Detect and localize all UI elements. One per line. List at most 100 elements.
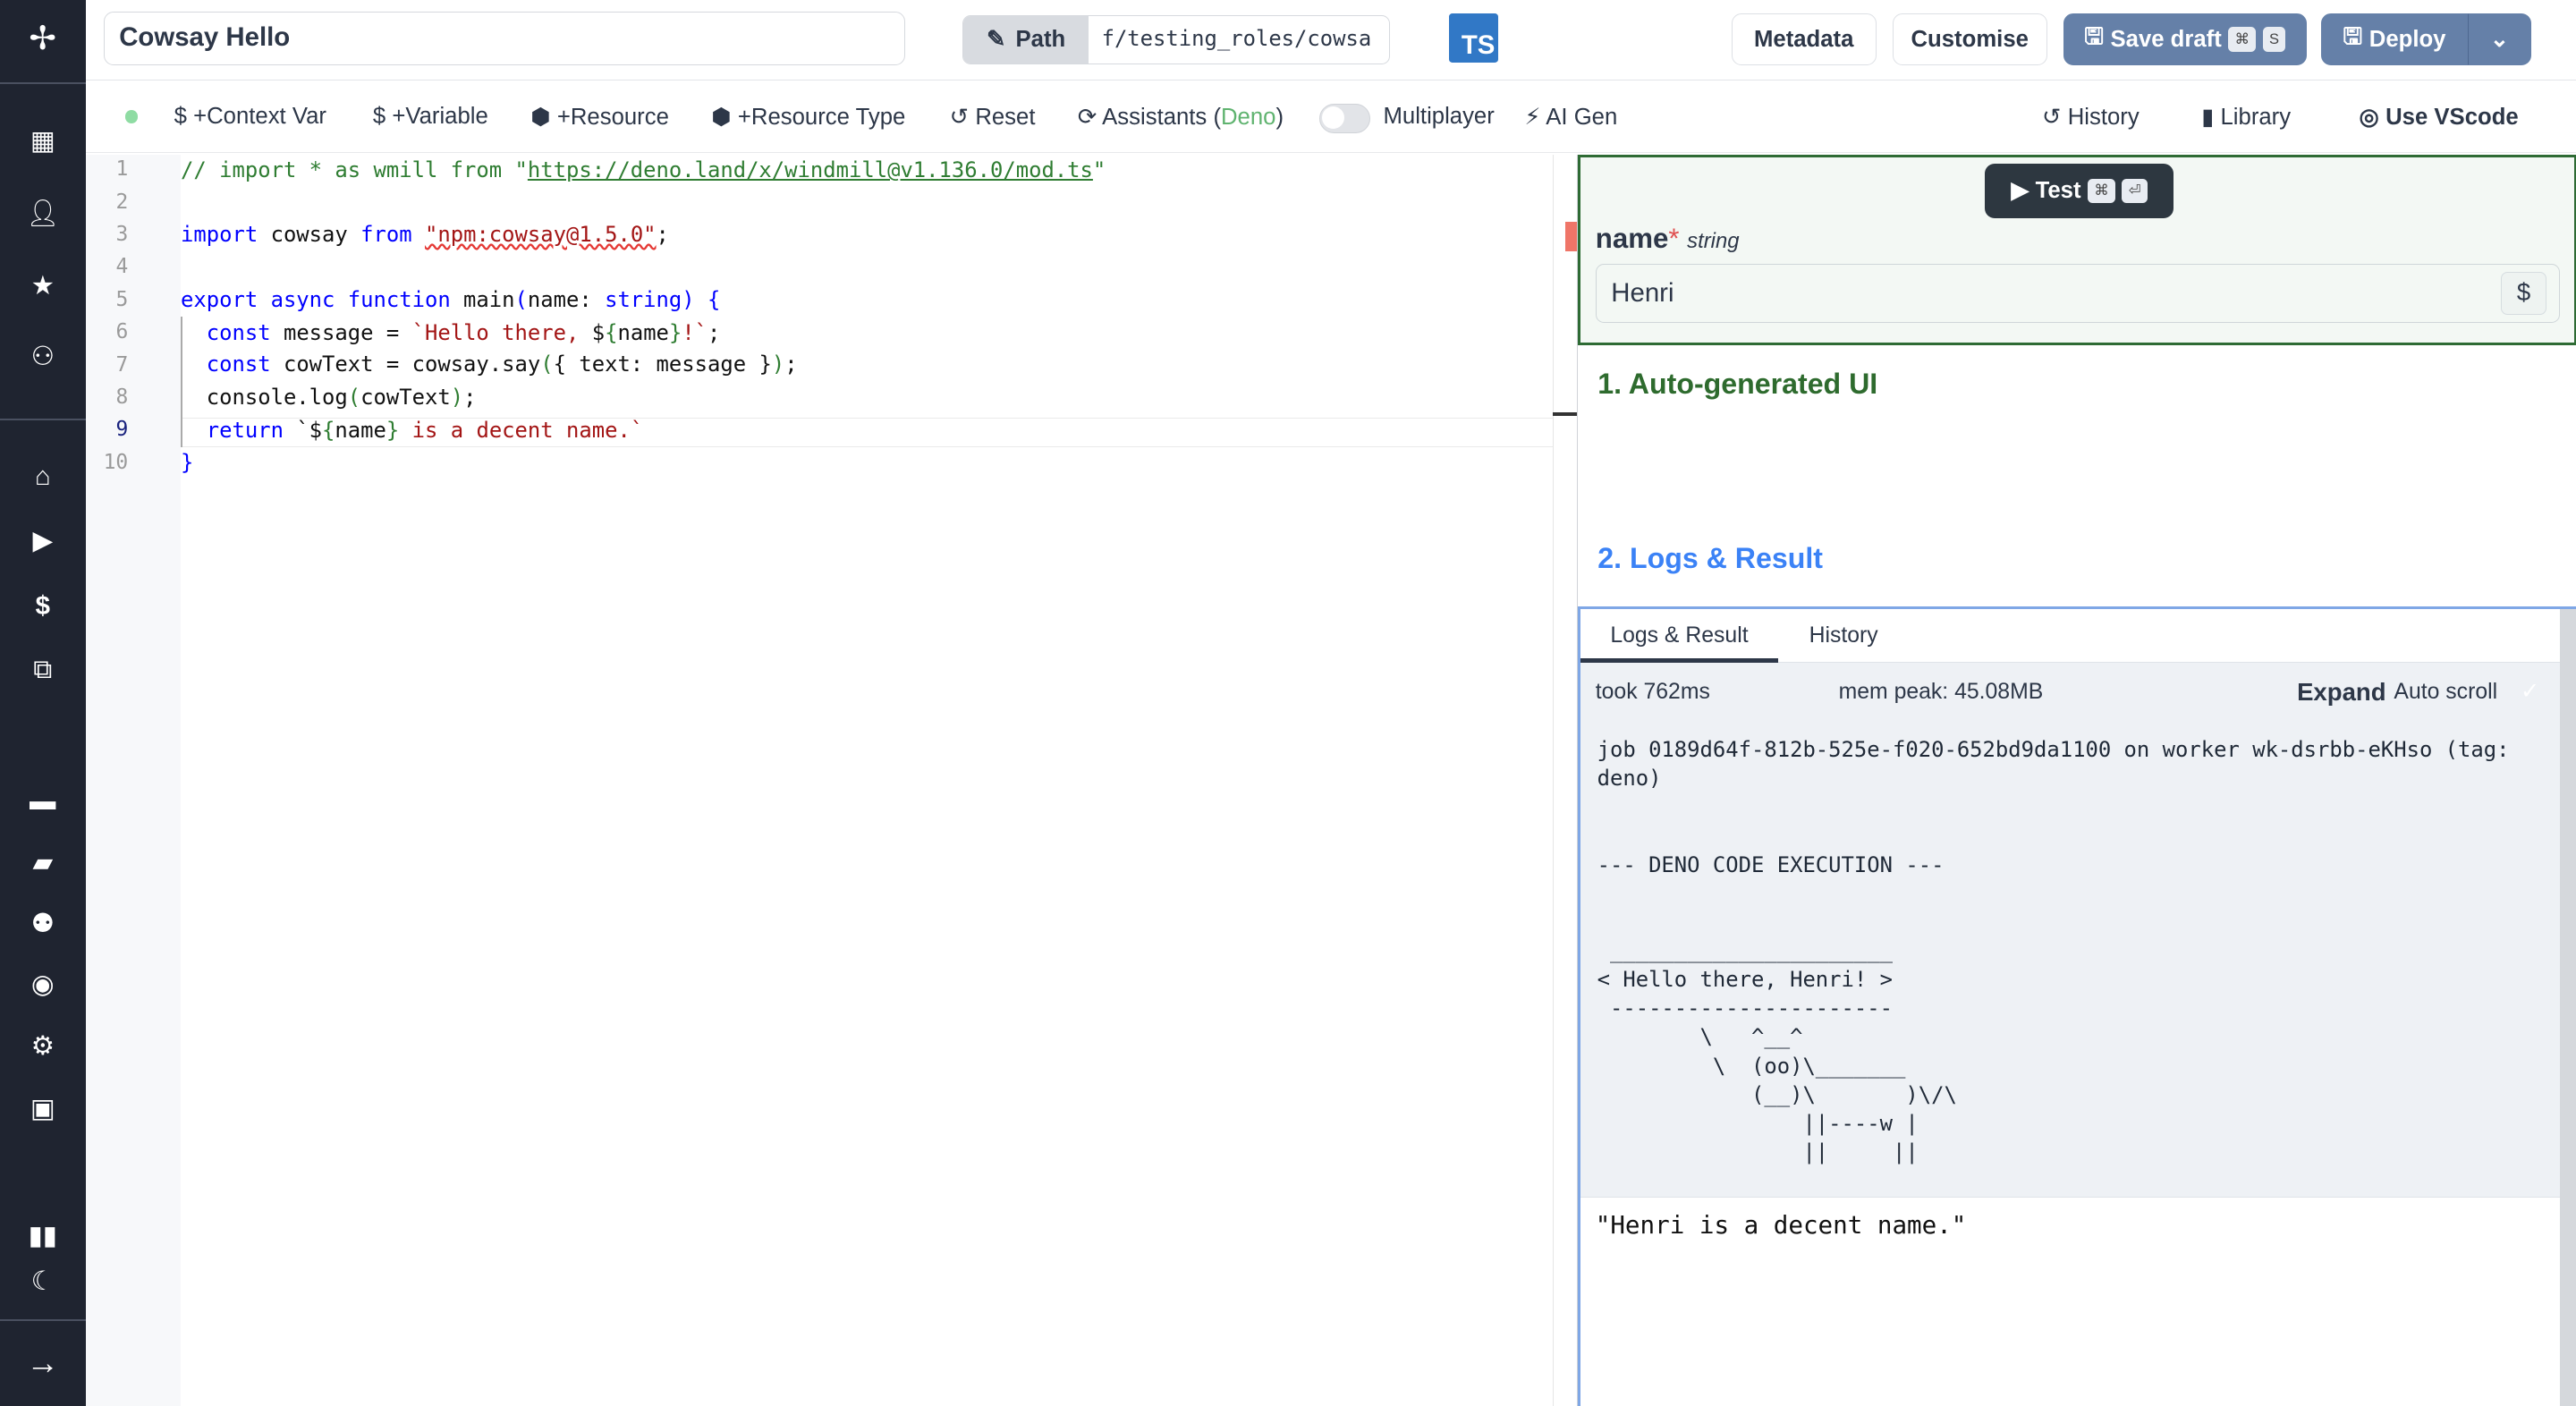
user-icon[interactable]: 👤︎ xyxy=(26,197,59,230)
label: +Resource xyxy=(556,104,669,130)
divider xyxy=(0,1318,86,1321)
path-label: ✎ Path xyxy=(963,15,1089,64)
history-icon: ↺ xyxy=(2042,104,2062,130)
path-field[interactable]: ✎ Path f/testing_roles/cowsa xyxy=(962,14,1390,64)
log-line: deno) xyxy=(1597,766,1662,792)
test-button[interactable]: ▶ Test ⌘ ⏎ xyxy=(1985,163,2174,218)
toggle-knob xyxy=(1321,106,1345,130)
auto-scroll-toggle[interactable]: Auto scroll xyxy=(2394,680,2497,705)
logs-panel: Logs & Result History took 762ms mem pea… xyxy=(1578,606,2576,1406)
test-label: Test xyxy=(2035,177,2081,203)
field-label: name* string xyxy=(1596,223,1740,255)
code-line[interactable]: return `${name} is a decent name.` xyxy=(181,418,643,443)
kbd: S xyxy=(2262,27,2286,52)
deploy-dropdown-chevron-icon[interactable]: ⌄ xyxy=(2467,13,2532,66)
logs-scrollbar[interactable] xyxy=(2559,608,2576,1406)
code-line[interactable]: import cowsay from "npm:cowsay@1.5.0"; xyxy=(181,222,669,247)
dollar-icon[interactable]: $ xyxy=(26,589,59,623)
code-line[interactable]: // import * as wmill from "https://deno.… xyxy=(181,157,1106,182)
code-line[interactable]: console.log(cowText); xyxy=(181,385,477,410)
label: Library xyxy=(2220,104,2292,130)
history-button[interactable]: ↺ History xyxy=(2042,104,2140,131)
log-line: || || xyxy=(1597,1139,1919,1165)
line-number: 6 xyxy=(115,320,129,344)
path-input[interactable]: f/testing_roles/cowsa xyxy=(1089,16,1385,64)
took-time: took 762ms xyxy=(1595,679,1710,704)
script-title-input[interactable]: Cowsay Hello xyxy=(103,11,906,66)
save-icon: 🖫︎ xyxy=(2343,23,2363,49)
resource-type-button[interactable]: ⬢ +Resource Type xyxy=(711,104,905,131)
variable-button[interactable]: $ +Variable xyxy=(373,104,488,130)
divider xyxy=(0,419,86,421)
undo-icon: ↺ xyxy=(949,104,970,130)
name-input[interactable]: Henri xyxy=(1595,264,2560,324)
gear-icon[interactable]: ⚙ xyxy=(26,1030,59,1063)
assistants-lang: Deno xyxy=(1221,104,1276,130)
code-line[interactable]: } xyxy=(181,450,193,475)
log-line: \ (oo)\_______ xyxy=(1597,1053,1906,1079)
home-icon[interactable]: ⌂ xyxy=(26,460,59,493)
eye-icon[interactable]: ◉ xyxy=(26,968,59,1001)
code-line[interactable]: export async function main(name: string)… xyxy=(181,287,720,312)
github-icon: ◎ xyxy=(2359,104,2379,130)
log-line: < Hello there, Henri! > xyxy=(1597,967,1893,993)
label: Reset xyxy=(975,104,1036,130)
tab-history[interactable]: History xyxy=(1778,609,1910,664)
log-line: job 0189d64f-812b-525e-f020-652bd9da1100… xyxy=(1597,736,2510,762)
dollar-variable-button[interactable]: $ xyxy=(2500,272,2547,315)
robot-icon[interactable]: ▣ xyxy=(26,1092,59,1125)
cubes-icon[interactable]: ⧉ xyxy=(26,654,59,687)
connection-status-dot xyxy=(124,110,139,123)
cursor-marker xyxy=(1552,412,1578,416)
multiplayer-toggle[interactable] xyxy=(1318,103,1370,133)
play-icon[interactable]: ▶ xyxy=(26,524,59,557)
metadata-button[interactable]: Metadata xyxy=(1731,13,1877,66)
kbd: ⏎ xyxy=(2122,178,2148,203)
auto-generated-form: ▶ Test ⌘ ⏎ name* string Henri $ xyxy=(1578,154,2576,345)
error-marker xyxy=(1565,221,1578,251)
ai-gen-button[interactable]: ⚡︎ AI Gen xyxy=(1524,104,1617,131)
line-number-gutter: 1 2 3 4 5 6 7 8 9 10 xyxy=(85,154,182,1406)
result-box: "Henri is a decent name." xyxy=(1580,1197,2560,1406)
context-var-button[interactable]: $ +Context Var xyxy=(174,104,326,130)
line-number: 5 xyxy=(115,287,129,311)
windmill-logo[interactable]: ✢ xyxy=(26,20,59,56)
resource-button[interactable]: ⬢ +Resource xyxy=(530,104,669,131)
log-line: \ ^__^ xyxy=(1597,1024,1803,1050)
folder-icon[interactable]: ▰ xyxy=(26,846,59,879)
editor-scrollbar[interactable] xyxy=(1552,154,1578,1406)
arrow-right-icon[interactable]: → xyxy=(26,1344,59,1381)
assistants-button[interactable]: ⟳ Assistants (Deno) xyxy=(1078,104,1284,131)
building-icon[interactable]: ▦ xyxy=(26,125,59,158)
code-line[interactable]: const message = `Hello there, ${name}!`; xyxy=(181,320,721,345)
book-icon: ▮ xyxy=(2201,104,2215,130)
log-line: ||----w | xyxy=(1597,1110,1919,1136)
star-icon[interactable]: ★ xyxy=(26,269,59,302)
kbd: ⌘ xyxy=(2087,178,2116,203)
magic-wand-icon: ⚡︎ xyxy=(1524,104,1541,130)
calendar-icon[interactable]: ▬ xyxy=(26,785,59,818)
label: Assistants xyxy=(1102,104,1208,130)
reset-button[interactable]: ↺ Reset xyxy=(950,104,1036,131)
use-vscode-button[interactable]: ◎ Use VScode xyxy=(2360,104,2519,131)
result-value: "Henri is a decent name." xyxy=(1595,1210,1967,1240)
log-line: ______________________ xyxy=(1597,937,1893,963)
tab-logs-result[interactable]: Logs & Result xyxy=(1580,609,1778,664)
save-draft-button[interactable]: 🖫︎ Save draft ⌘ S xyxy=(2063,13,2307,66)
library-button[interactable]: ▮ Library xyxy=(2201,104,2291,131)
cube-icon: ⬢ xyxy=(711,104,732,130)
code-line[interactable]: const cowText = cowsay.say({ text: messa… xyxy=(181,352,798,377)
line-number: 9 xyxy=(115,418,129,442)
moon-icon[interactable]: ☾ xyxy=(26,1265,59,1298)
expand-button[interactable]: Expand xyxy=(2297,678,2386,707)
deploy-button[interactable]: 🖫︎ Deploy xyxy=(2321,13,2468,66)
customise-button[interactable]: Customise xyxy=(1892,13,2047,66)
multiplayer-label: Multiplayer xyxy=(1383,103,1495,129)
label: Use VScode xyxy=(2385,104,2519,130)
users-icon[interactable]: ⚇ xyxy=(26,340,59,373)
header: Cowsay Hello ✎ Path f/testing_roles/cowsa… xyxy=(85,0,2576,80)
label: AI Gen xyxy=(1546,104,1618,130)
typescript-badge: TS xyxy=(1448,13,1499,63)
user-cog-icon[interactable]: ⚉ xyxy=(26,907,59,940)
book-icon[interactable]: ▮▮ xyxy=(26,1219,59,1252)
